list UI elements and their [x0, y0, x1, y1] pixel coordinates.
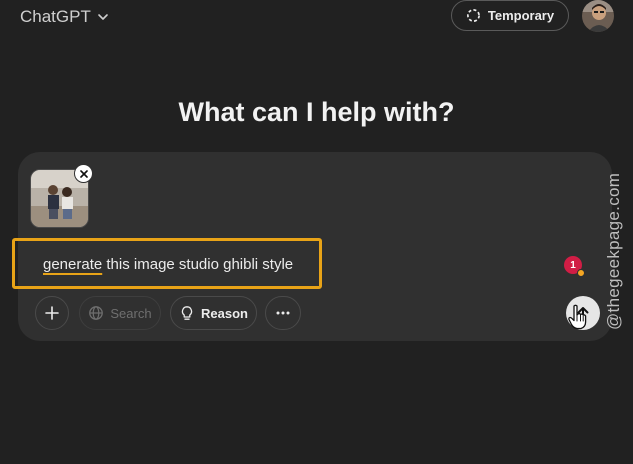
remove-attachment-button[interactable] [74, 164, 93, 183]
prompt-misspelled-word: generate [43, 256, 103, 273]
prompt-text-rest: this image studio ghibli style [102, 256, 294, 273]
chevron-down-icon [98, 14, 108, 20]
watermark: @thegeekpage.com [604, 172, 623, 330]
attach-button[interactable] [35, 296, 69, 330]
prompt-input[interactable]: generate this image studio ghibli style [43, 256, 293, 273]
more-options-button[interactable] [265, 296, 301, 330]
top-bar: ChatGPT Temporary [0, 0, 633, 34]
temporary-label: Temporary [487, 8, 555, 23]
model-selector[interactable]: ChatGPT [20, 6, 109, 28]
avatar-photo [582, 0, 614, 32]
close-icon [79, 169, 88, 178]
dashed-circle-icon [466, 9, 480, 22]
globe-icon [89, 306, 104, 320]
reason-button[interactable]: Reason [170, 296, 257, 330]
model-name: ChatGPT [20, 7, 91, 26]
ellipsis-icon [276, 311, 290, 315]
page-title: What can I help with? [178, 97, 455, 127]
badge-status-dot [577, 269, 585, 277]
composer: generate this image studio ghibli style … [12, 152, 612, 341]
avatar[interactable] [582, 0, 614, 32]
plus-icon [45, 306, 59, 320]
reason-label: Reason [201, 305, 248, 321]
search-button[interactable]: Search [79, 296, 161, 330]
temporary-chat-button[interactable]: Temporary [451, 0, 569, 31]
hand-cursor-icon [568, 304, 587, 330]
lightbulb-icon [181, 306, 193, 320]
search-label: Search [110, 305, 152, 321]
